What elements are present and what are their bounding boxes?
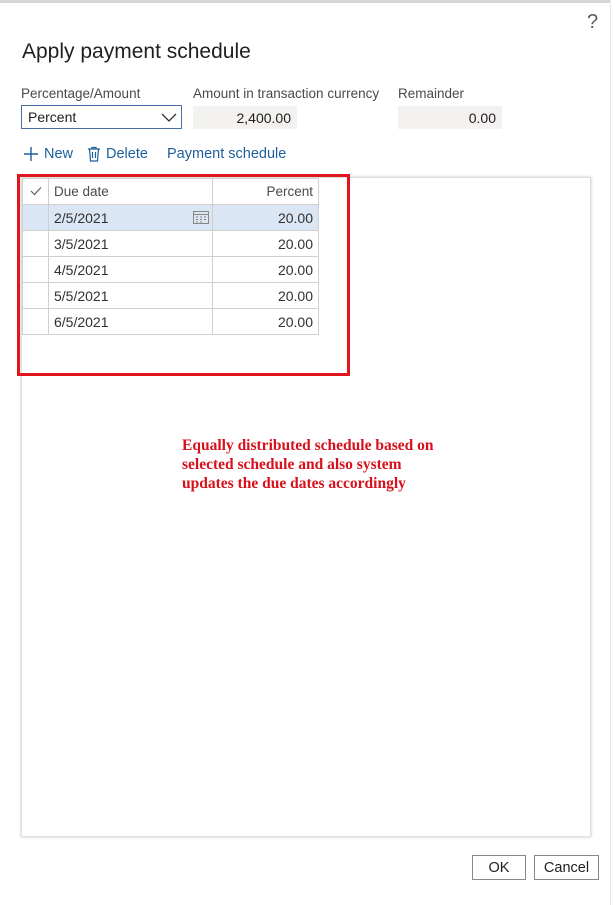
amount-field: 2,400.00 bbox=[193, 106, 297, 129]
payment-schedule-label: Payment schedule bbox=[167, 146, 287, 162]
top-border bbox=[0, 0, 610, 3]
new-button[interactable]: New bbox=[23, 143, 73, 165]
payment-schedule-button[interactable]: Payment schedule bbox=[167, 143, 286, 165]
dialog-title: Apply payment schedule bbox=[22, 40, 251, 63]
help-icon[interactable]: ? bbox=[587, 11, 598, 33]
percentage-amount-select[interactable]: Percent bbox=[21, 105, 182, 129]
annotation-line: updates the due dates accordingly bbox=[182, 475, 406, 492]
annotation-note: Equally distributed schedule based on se… bbox=[182, 436, 482, 493]
cancel-button[interactable]: Cancel bbox=[534, 855, 599, 880]
delete-label: Delete bbox=[106, 146, 148, 162]
percentage-amount-label: Percentage/Amount bbox=[21, 86, 141, 101]
percentage-amount-value: Percent bbox=[28, 109, 77, 125]
plus-icon bbox=[24, 147, 38, 161]
chevron-down-icon bbox=[161, 113, 177, 122]
right-border bbox=[610, 0, 611, 905]
trash-icon bbox=[88, 146, 100, 162]
ok-button[interactable]: OK bbox=[472, 855, 526, 880]
remainder-label: Remainder bbox=[398, 86, 465, 101]
annotation-line: Equally distributed schedule based on bbox=[182, 437, 434, 454]
remainder-field: 0.00 bbox=[398, 106, 502, 129]
highlight-box bbox=[17, 174, 350, 376]
new-label: New bbox=[44, 146, 74, 162]
annotation-line: selected schedule and also system bbox=[182, 456, 402, 473]
delete-button[interactable]: Delete bbox=[87, 143, 148, 165]
amount-label: Amount in transaction currency bbox=[193, 86, 380, 101]
